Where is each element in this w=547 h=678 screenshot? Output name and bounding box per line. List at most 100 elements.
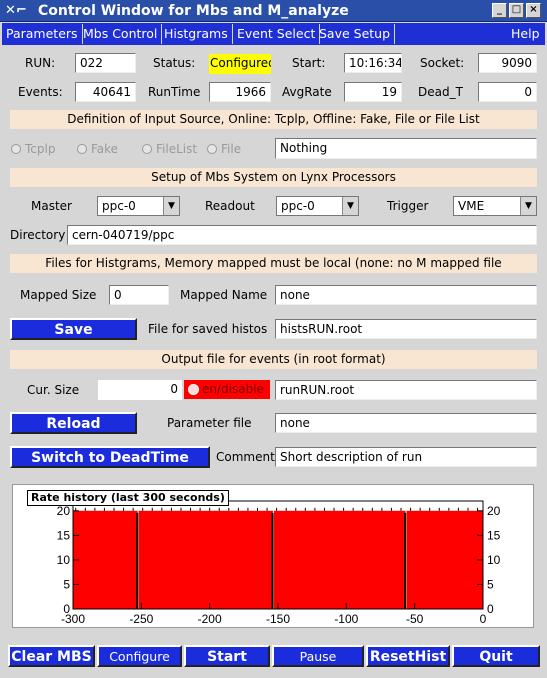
trigger-select[interactable]: VME ▼ — [453, 196, 537, 216]
readout-label: Readout — [205, 199, 255, 213]
radio-file[interactable]: File — [207, 142, 241, 156]
status-badge: Configured — [209, 54, 271, 74]
quit-button[interactable]: Quit — [452, 645, 540, 667]
menu-help[interactable]: Help — [507, 24, 544, 44]
output-file-field[interactable]: runRUN.root — [275, 380, 537, 400]
radio-dot-icon — [77, 144, 87, 154]
input-source-heading: Definition of Input Source, Online: Tcpl… — [10, 110, 537, 129]
saved-file-field[interactable]: histsRUN.root — [275, 319, 537, 339]
window-menu-icon[interactable]: ✕⌐ — [5, 3, 27, 18]
chevron-down-icon[interactable]: ▼ — [163, 197, 179, 215]
avgrate-field: 19 — [344, 82, 402, 102]
menu-bar: Parameters Mbs Control Histgrams Event S… — [2, 23, 545, 45]
saved-file-label: File for saved histos — [148, 322, 268, 336]
title-bar: ✕⌐ Control Window for Mbs and M_analyze … — [0, 0, 547, 22]
rate-history-chart: 0 0 5 5 10 10 15 15 20 20 -300 -250 -200 -150 -100 -50 0… — [12, 484, 534, 628]
directory-label: Directory — [10, 228, 66, 242]
y-tick-label-right: 5 — [487, 577, 494, 591]
histos-heading: Files for Histgrams, Memory mapped must … — [10, 254, 537, 273]
comment-label: Comment — [216, 450, 275, 464]
start-label: Start: — [292, 56, 326, 70]
events-label: Events: — [18, 85, 63, 99]
clear-mbs-button[interactable]: Clear MBS — [8, 645, 95, 667]
param-file-label: Parameter file — [167, 416, 252, 430]
reset-hist-button[interactable]: ResetHist — [366, 645, 450, 667]
menu-histgrams[interactable]: Histgrams — [160, 24, 233, 44]
mapped-size-label: Mapped Size — [20, 288, 97, 302]
input-source-field[interactable]: Nothing — [275, 138, 537, 159]
directory-field[interactable]: cern-040719/ppc — [67, 225, 537, 245]
y-tick-label: 15 — [57, 528, 71, 542]
radio-fake-label: Fake — [91, 142, 119, 156]
y-tick-label-right: 0 — [487, 602, 494, 616]
menu-event-select[interactable]: Event Select — [233, 24, 321, 44]
runtime-label: RunTime — [148, 85, 201, 99]
runtime-field: 1966 — [209, 82, 271, 102]
start-time-field: 10:16:34 — [344, 53, 402, 73]
y-tick-label-right: 20 — [487, 504, 501, 518]
run-field[interactable]: 022 — [75, 53, 136, 73]
close-button[interactable]: × — [526, 3, 541, 18]
maximize-button[interactable]: □ — [509, 3, 524, 18]
radio-dot-icon — [142, 144, 152, 154]
rate-history-plot: 0 05 510 1015 1520 20-300 -250 -200 -150 -100 -50 0 — [57, 500, 501, 626]
mapped-name-field[interactable]: none — [275, 285, 537, 305]
master-select[interactable]: ppc-0 ▼ — [97, 196, 180, 216]
events-field: 40641 — [75, 82, 136, 102]
x-tick-label: 0 — [480, 612, 487, 626]
run-label: RUN: — [25, 56, 56, 70]
output-enable-toggle[interactable]: en/disable — [184, 380, 270, 399]
y-tick-label: 10 — [57, 553, 71, 567]
trigger-label: Trigger — [387, 199, 429, 213]
radio-tcplp[interactable]: Tcplp — [11, 142, 55, 156]
socket-label: Socket: — [420, 56, 465, 70]
readout-select[interactable]: ppc-0 ▼ — [276, 196, 359, 216]
window-title: Control Window for Mbs and M_analyze — [38, 3, 349, 19]
trigger-select-value: VME — [458, 199, 485, 213]
x-tick-label: -300 — [61, 612, 85, 626]
configure-button[interactable]: Configure — [97, 645, 182, 667]
start-button[interactable]: Start — [184, 645, 270, 667]
mbs-setup-heading: Setup of Mbs System on Lynx Processors — [10, 168, 537, 187]
radio-file-label: File — [221, 142, 242, 156]
x-tick-label: -250 — [129, 612, 153, 626]
pause-button[interactable]: Pause — [272, 645, 364, 667]
radio-dot-icon — [188, 384, 199, 395]
chevron-down-icon[interactable]: ▼ — [342, 197, 358, 215]
readout-select-value: ppc-0 — [281, 199, 315, 213]
deadt-label: Dead_T — [418, 85, 463, 99]
mapped-size-field[interactable]: 0 — [109, 285, 169, 305]
param-file-field[interactable]: none — [275, 413, 537, 433]
socket-field[interactable]: 9090 — [478, 53, 537, 73]
x-tick-label: -50 — [406, 612, 424, 626]
menu-parameters[interactable]: Parameters — [2, 24, 83, 44]
mapped-name-label: Mapped Name — [180, 288, 268, 302]
radio-fake[interactable]: Fake — [77, 142, 118, 156]
y-tick-label-right: 15 — [487, 528, 501, 542]
deadt-field: 0 — [478, 82, 537, 102]
radio-filelist[interactable]: FileList — [142, 142, 197, 156]
minimize-button[interactable]: _ — [492, 3, 507, 18]
radio-dot-icon — [11, 144, 21, 154]
status-label: Status: — [153, 56, 196, 70]
y-tick-label: 5 — [63, 577, 70, 591]
x-tick-label: -200 — [198, 612, 222, 626]
avgrate-label: AvgRate — [282, 85, 332, 99]
menu-save-setup[interactable]: Save Setup — [315, 24, 396, 44]
radio-tcplp-label: Tcplp — [25, 142, 56, 156]
reload-button[interactable]: Reload — [10, 412, 137, 434]
y-tick-label-right: 10 — [487, 553, 501, 567]
x-tick-label: -100 — [334, 612, 358, 626]
comment-field[interactable]: Short description of run — [275, 447, 537, 467]
menu-mbs-control[interactable]: Mbs Control — [79, 24, 163, 44]
radio-dot-icon — [207, 144, 217, 154]
chart-title: Rate history (last 300 seconds) — [27, 490, 229, 506]
output-heading: Output file for events (in root format) — [10, 350, 537, 369]
output-enable-label: en/disable — [202, 382, 264, 396]
radio-filelist-label: FileList — [156, 142, 198, 156]
save-button[interactable]: Save — [10, 318, 137, 340]
cursize-field: 0 — [98, 380, 182, 400]
chevron-down-icon[interactable]: ▼ — [520, 197, 536, 215]
x-tick-label: -150 — [266, 612, 290, 626]
switch-deadtime-button[interactable]: Switch to DeadTime — [10, 446, 210, 468]
